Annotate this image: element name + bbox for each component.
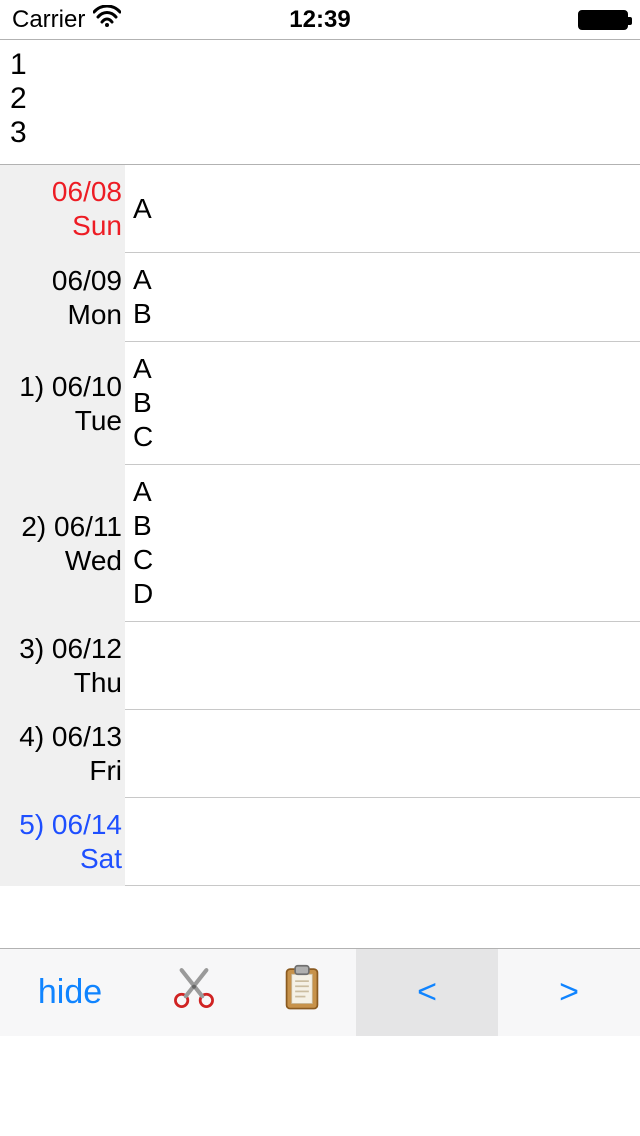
scissors-icon <box>172 966 216 1019</box>
bottom-blank <box>0 1036 640 1136</box>
paste-button[interactable] <box>248 949 356 1036</box>
entry: C <box>133 543 640 577</box>
carrier-label: Carrier <box>12 6 85 34</box>
date-line-1: 06/08 <box>52 175 122 209</box>
prev-button[interactable]: < <box>356 949 498 1036</box>
entries-cell: A <box>125 165 640 253</box>
date-line-2: Sun <box>72 209 122 243</box>
entries-cell <box>125 622 640 710</box>
hide-button-label: hide <box>38 973 102 1012</box>
date-line-1: 06/09 <box>52 264 122 298</box>
entry-empty <box>133 825 640 859</box>
date-line-2: Tue <box>75 404 122 438</box>
day-row[interactable]: 2) 06/11WedABCD <box>0 465 640 622</box>
date-line-1: 5) 06/14 <box>19 808 122 842</box>
date-cell: 5) 06/14Sat <box>0 798 125 886</box>
entry: B <box>133 386 640 420</box>
date-line-2: Fri <box>89 754 122 788</box>
date-line-2: Thu <box>74 666 122 700</box>
date-cell: 06/09Mon <box>0 253 125 342</box>
day-row[interactable]: 4) 06/13Fri <box>0 710 640 798</box>
entry: A <box>133 192 640 226</box>
entry-empty <box>133 737 640 771</box>
header-line-2: 2 <box>10 82 630 116</box>
day-list: 06/08SunA06/09MonAB1) 06/10TueABC2) 06/1… <box>0 164 640 886</box>
date-line-1: 1) 06/10 <box>19 370 122 404</box>
date-cell: 1) 06/10Tue <box>0 342 125 465</box>
day-row[interactable]: 5) 06/14Sat <box>0 798 640 886</box>
entry: D <box>133 577 640 611</box>
entry: A <box>133 352 640 386</box>
next-button[interactable]: > <box>498 949 640 1036</box>
entry: B <box>133 509 640 543</box>
date-line-2: Wed <box>65 544 122 578</box>
entries-cell: AB <box>125 253 640 342</box>
date-cell: 06/08Sun <box>0 165 125 253</box>
day-row[interactable]: 1) 06/10TueABC <box>0 342 640 465</box>
hide-button[interactable]: hide <box>0 949 140 1036</box>
date-line-1: 4) 06/13 <box>19 720 122 754</box>
entry: A <box>133 475 640 509</box>
entries-cell <box>125 798 640 886</box>
entry: B <box>133 297 640 331</box>
status-bar: Carrier 12:39 <box>0 0 640 40</box>
entry-empty <box>133 649 640 683</box>
day-row[interactable]: 06/09MonAB <box>0 253 640 342</box>
header-line-1: 1 <box>10 48 630 82</box>
entries-cell <box>125 710 640 798</box>
wifi-icon <box>93 5 121 34</box>
entries-cell: ABCD <box>125 465 640 622</box>
prev-button-label: < <box>417 973 437 1012</box>
day-row[interactable]: 06/08SunA <box>0 165 640 253</box>
date-line-1: 2) 06/11 <box>21 510 122 544</box>
date-cell: 3) 06/12Thu <box>0 622 125 710</box>
entry: A <box>133 263 640 297</box>
status-time: 12:39 <box>289 6 350 34</box>
header-line-3: 3 <box>10 116 630 150</box>
date-cell: 4) 06/13Fri <box>0 710 125 798</box>
date-line-1: 3) 06/12 <box>19 632 122 666</box>
date-line-2: Sat <box>80 842 122 876</box>
date-line-2: Mon <box>68 298 122 332</box>
entry: C <box>133 420 640 454</box>
next-button-label: > <box>559 973 579 1012</box>
toolbar: hide < > <box>0 948 640 1036</box>
cut-button[interactable] <box>140 949 248 1036</box>
header-area: 1 2 3 <box>0 40 640 164</box>
battery-icon <box>578 10 628 30</box>
clipboard-icon <box>281 964 323 1021</box>
status-left: Carrier <box>12 5 121 34</box>
date-cell: 2) 06/11Wed <box>0 465 125 622</box>
day-row[interactable]: 3) 06/12Thu <box>0 622 640 710</box>
entries-cell: ABC <box>125 342 640 465</box>
